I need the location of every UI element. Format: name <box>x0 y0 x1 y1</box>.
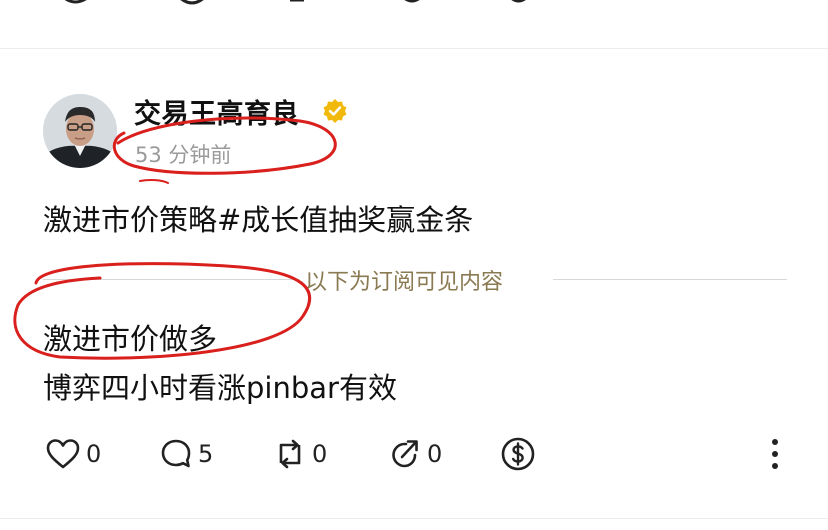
post-action-bar: 0 5 0 0 <box>0 434 828 474</box>
previous-post-action-icons <box>64 0 526 5</box>
author-avatar[interactable] <box>43 94 117 168</box>
verified-badge-icon <box>323 99 347 123</box>
heart-icon <box>46 439 80 469</box>
feed-post[interactable]: 交易王高育良 53 分钟前 激进市价策略#成长值抽奖赢金条 以下为订阅可见内容 … <box>0 49 828 519</box>
like-button[interactable]: 0 <box>45 434 101 474</box>
post-divider-bottom <box>0 518 828 519</box>
subscriber-divider-line-left <box>43 279 300 280</box>
dollar-icon <box>501 437 535 471</box>
share-count: 0 <box>427 440 443 468</box>
feed-page: 交易王高育良 53 分钟前 激进市价策略#成长值抽奖赢金条 以下为订阅可见内容 … <box>0 0 828 530</box>
post-timestamp: 53 分钟前 <box>135 143 232 167</box>
repost-icon <box>279 439 301 469</box>
comment-button[interactable]: 5 <box>159 434 213 474</box>
post-body-line: 博弈四小时看涨pinbar有效 <box>43 371 397 405</box>
more-vertical-icon[interactable] <box>765 436 785 472</box>
tip-button[interactable] <box>500 434 536 474</box>
post-body-line: 激进市价做多 <box>43 322 218 356</box>
comment-icon <box>161 439 191 468</box>
post-title: 激进市价策略#成长值抽奖赢金条 <box>43 203 474 237</box>
repost-count: 0 <box>312 440 328 468</box>
subscriber-only-divider-label: 以下为订阅可见内容 <box>305 270 504 295</box>
share-button[interactable]: 0 <box>388 434 442 474</box>
author-name[interactable]: 交易王高育良 <box>134 92 299 131</box>
subscriber-divider-line-right <box>553 279 787 280</box>
like-count: 0 <box>86 440 102 468</box>
comment-count: 5 <box>198 440 214 468</box>
repost-button[interactable]: 0 <box>273 434 327 474</box>
share-icon <box>392 440 418 468</box>
